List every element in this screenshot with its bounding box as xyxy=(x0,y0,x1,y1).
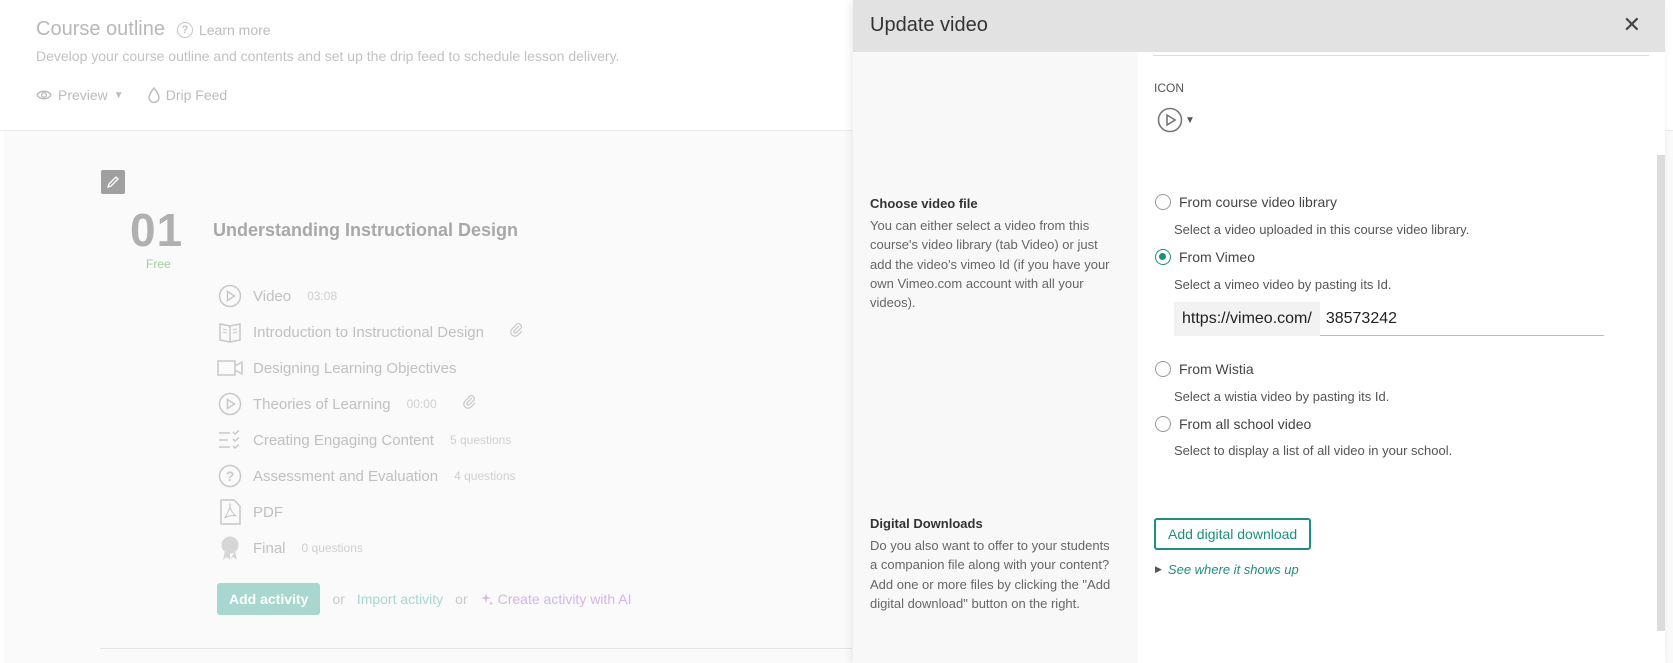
radio-label: From course video library xyxy=(1179,194,1337,210)
page-title: Course outline xyxy=(36,18,165,40)
update-video-panel: Update video ✕ ICON ▼ Choose video file … xyxy=(853,0,1665,663)
radio-button[interactable] xyxy=(1155,361,1171,377)
lesson-item[interactable]: ? Assessment and Evaluation 4 questions xyxy=(217,458,524,494)
radio-button[interactable] xyxy=(1155,416,1171,432)
create-ai-label: Create activity with AI xyxy=(497,591,632,607)
question-circle-icon: ? xyxy=(176,21,193,38)
video-section-heading: Choose video file xyxy=(870,196,978,211)
checklist-icon xyxy=(217,427,243,453)
close-icon[interactable]: ✕ xyxy=(1623,12,1641,38)
lesson-meta: 4 questions xyxy=(454,469,516,483)
header-actions: Preview ▼ Drip Feed xyxy=(36,87,227,103)
radio-label: From all school video xyxy=(1179,416,1312,432)
caret-down-icon: ▼ xyxy=(1185,114,1195,126)
field-underline xyxy=(1153,55,1649,56)
divider xyxy=(100,648,852,649)
radio-label: From Vimeo xyxy=(1179,249,1255,265)
lesson-item[interactable]: PDF xyxy=(217,494,524,530)
preview-dropdown[interactable]: Preview ▼ xyxy=(36,87,124,103)
drip-feed-label: Drip Feed xyxy=(165,87,228,103)
vimeo-id-input[interactable] xyxy=(1319,302,1604,336)
radio-vimeo[interactable]: From Vimeo xyxy=(1155,249,1255,265)
or-separator: or xyxy=(332,591,345,607)
book-icon xyxy=(217,319,243,345)
lesson-item[interactable]: Final 0 questions xyxy=(217,530,524,566)
pdf-icon xyxy=(217,499,243,525)
pencil-icon xyxy=(106,176,119,189)
add-digital-download-button[interactable]: Add digital download xyxy=(1154,518,1312,550)
lesson-meta: 00:00 xyxy=(406,397,437,411)
section-title[interactable]: Understanding Instructional Design xyxy=(213,220,518,241)
play-circle-icon xyxy=(217,283,243,309)
radio-description: Select a video uploaded in this course v… xyxy=(1174,222,1470,237)
lesson-item[interactable]: Video 03:08 xyxy=(217,278,524,314)
create-ai-link[interactable]: Create activity with AI xyxy=(480,591,632,607)
see-where-label: See where it shows up xyxy=(1167,562,1299,577)
radio-all-school-video[interactable]: From all school video xyxy=(1155,416,1311,432)
icon-select[interactable]: ▼ xyxy=(1157,107,1195,133)
video-section-help: You can either select a video from this … xyxy=(870,218,1110,311)
svg-text:?: ? xyxy=(226,468,235,484)
page-description: Develop your course outline and contents… xyxy=(36,48,620,64)
question-circle-icon: ? xyxy=(217,463,243,489)
import-activity-link[interactable]: Import activity xyxy=(357,591,443,607)
play-circle-icon xyxy=(217,391,243,417)
video-camera-icon xyxy=(217,355,243,381)
radio-description: Select a vimeo video by pasting its Id. xyxy=(1174,277,1392,292)
eye-icon xyxy=(36,90,52,100)
lesson-meta: 5 questions xyxy=(449,433,512,447)
panel-title: Update video xyxy=(870,14,988,36)
free-badge: Free xyxy=(146,257,171,271)
learn-more-label: Learn more xyxy=(198,21,271,38)
lesson-item[interactable]: Introduction to Instructional Design xyxy=(217,314,524,350)
lesson-item[interactable]: Theories of Learning 00:00 xyxy=(217,386,524,422)
lesson-name: Creating Engaging Content xyxy=(253,431,434,449)
preview-label: Preview xyxy=(58,87,108,103)
add-activity-row: Add activity or Import activity or Creat… xyxy=(217,583,631,615)
lesson-name: Video xyxy=(253,287,292,305)
caret-down-icon: ▼ xyxy=(113,89,124,101)
radio-description: Select to display a list of all video in… xyxy=(1174,443,1453,458)
triangle-right-icon: ▶ xyxy=(1155,564,1162,574)
play-circle-icon xyxy=(1157,107,1183,133)
downloads-section-heading: Digital Downloads xyxy=(870,516,983,531)
icon-label: ICON xyxy=(1154,81,1184,95)
paperclip-icon xyxy=(462,394,477,414)
lesson-meta: 03:08 xyxy=(307,289,338,303)
title-row: Course outline ? Learn more xyxy=(36,18,271,41)
lesson-item[interactable]: Designing Learning Objectives xyxy=(217,350,524,386)
radio-button-checked[interactable] xyxy=(1155,249,1171,265)
learn-more-link[interactable]: ? Learn more xyxy=(176,21,271,38)
panel-scrollbar[interactable] xyxy=(1657,155,1665,631)
lesson-name: Designing Learning Objectives xyxy=(253,359,457,377)
radio-description: Select a wistia video by pasting its Id. xyxy=(1174,389,1390,404)
sparkle-icon xyxy=(480,593,493,606)
radio-button[interactable] xyxy=(1155,194,1171,210)
lesson-list: Video 03:08 Introduction to Instructiona… xyxy=(217,278,524,566)
lesson-meta: 0 questions xyxy=(301,541,363,555)
edit-section-button[interactable] xyxy=(101,170,125,194)
radio-wistia[interactable]: From Wistia xyxy=(1155,361,1254,377)
or-separator: or xyxy=(455,591,468,607)
lesson-name: PDF xyxy=(253,503,283,521)
section-number: 01 xyxy=(130,204,184,256)
drip-feed-button[interactable]: Drip Feed xyxy=(148,87,227,103)
panel-header: Update video ✕ xyxy=(853,0,1665,52)
add-activity-button[interactable]: Add activity xyxy=(217,583,321,615)
vimeo-url-prefix: https://vimeo.com/ xyxy=(1174,302,1320,336)
panel-body: ICON ▼ Choose video file You can either … xyxy=(853,52,1665,663)
downloads-section-help: Do you also want to offer to your studen… xyxy=(870,538,1111,611)
drop-icon xyxy=(148,87,160,103)
lesson-name: Introduction to Instructional Design xyxy=(253,323,484,341)
lesson-item[interactable]: Creating Engaging Content 5 questions xyxy=(217,422,524,458)
vimeo-id-field: https://vimeo.com/ xyxy=(1174,302,1604,336)
award-icon xyxy=(217,535,243,561)
radio-label: From Wistia xyxy=(1179,361,1254,377)
lesson-name: Assessment and Evaluation xyxy=(253,467,439,485)
paperclip-icon xyxy=(510,322,524,342)
lesson-name: Theories of Learning xyxy=(253,395,391,413)
radio-course-library[interactable]: From course video library xyxy=(1155,194,1337,210)
lesson-name: Final xyxy=(253,539,286,557)
see-where-toggle[interactable]: ▶ See where it shows up xyxy=(1155,562,1299,577)
